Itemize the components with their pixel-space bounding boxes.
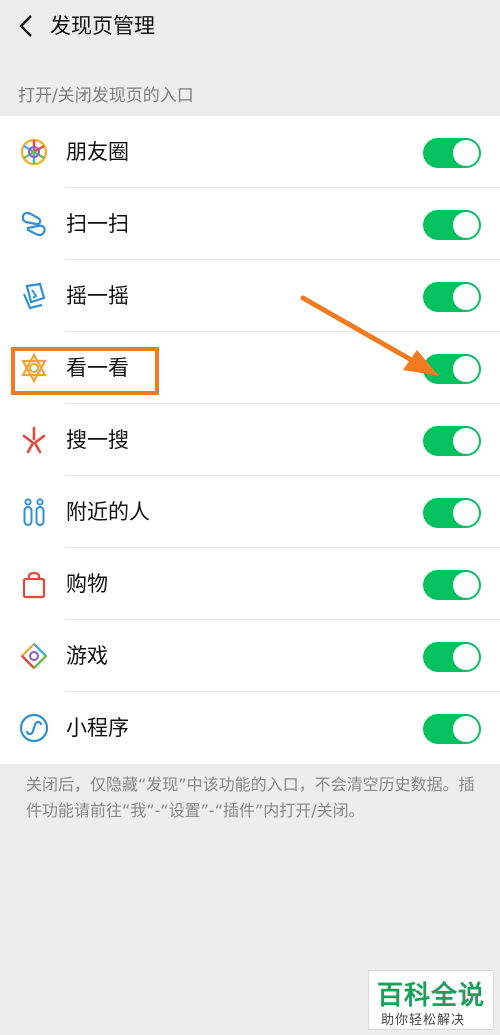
list-item-label: 游戏 [66,644,108,668]
watermark-logo: 百科全说 助你轻松解决 [368,970,494,1030]
toggle-knob [453,212,479,238]
toggle-knob [453,284,479,310]
list-item-mini-programs: 小程序 [0,692,500,764]
mini-programs-icon [19,713,49,743]
moments-icon [20,138,48,166]
annotation-highlight-box [11,347,159,395]
toggle-knob [453,500,479,526]
list-item-label: 朋友圈 [66,140,129,164]
toggle-switch[interactable] [423,570,481,600]
list-item-label: 购物 [66,572,108,596]
toggle-switch[interactable] [423,714,481,744]
toggle-switch[interactable] [423,210,481,240]
toggle-knob [453,572,479,598]
top-bar: 发现页管理 [0,0,500,52]
shake-icon [22,282,46,310]
shopping-bag-icon [22,571,46,599]
toggle-switch[interactable] [423,642,481,672]
search-icon [22,426,46,454]
people-nearby-icon [23,498,45,526]
list-item-label: 附近的人 [66,500,150,524]
toggle-knob [453,356,479,382]
footnote-text: 关闭后，仅隐藏“发现”中该功能的入口，不会清空历史数据。插件功能请前往“我”-“… [26,775,475,820]
list-item-label: 小程序 [66,716,129,740]
list-item-label: 搜一搜 [66,428,129,452]
list-item-search: 搜一搜 [0,404,500,476]
toggle-switch[interactable] [423,498,481,528]
list-item-label: 扫一扫 [66,212,129,236]
back-button[interactable] [12,10,40,42]
chevron-left-icon [19,15,32,37]
page-title: 发现页管理 [50,14,155,38]
toggle-knob [453,716,479,742]
toggle-knob [453,140,479,166]
list-item-people-nearby: 附近的人 [0,476,500,548]
list-item-scan: 扫一扫 [0,188,500,260]
scan-icon [21,211,46,237]
watermark-title: 百科全说 [377,981,486,1011]
toggle-knob [453,428,479,454]
list-item-moments: 朋友圈 [0,116,500,188]
annotation-arrow-icon [300,295,439,376]
section-label: 打开/关闭发现页的入口 [18,86,194,106]
games-icon [20,642,48,670]
list-item-label: 摇一摇 [66,284,129,308]
toggle-switch[interactable] [423,138,481,168]
toggle-switch[interactable] [423,426,481,456]
list-item-shopping: 购物 [0,548,500,620]
list-item-games: 游戏 [0,620,500,692]
watermark-subtitle: 助你轻松解决 [381,1013,466,1028]
toggle-knob [453,644,479,670]
entry-list: 朋友圈 扫一扫 摇一摇 看一看 搜一搜 附近的人 购物 游戏 小程序 [0,116,500,764]
